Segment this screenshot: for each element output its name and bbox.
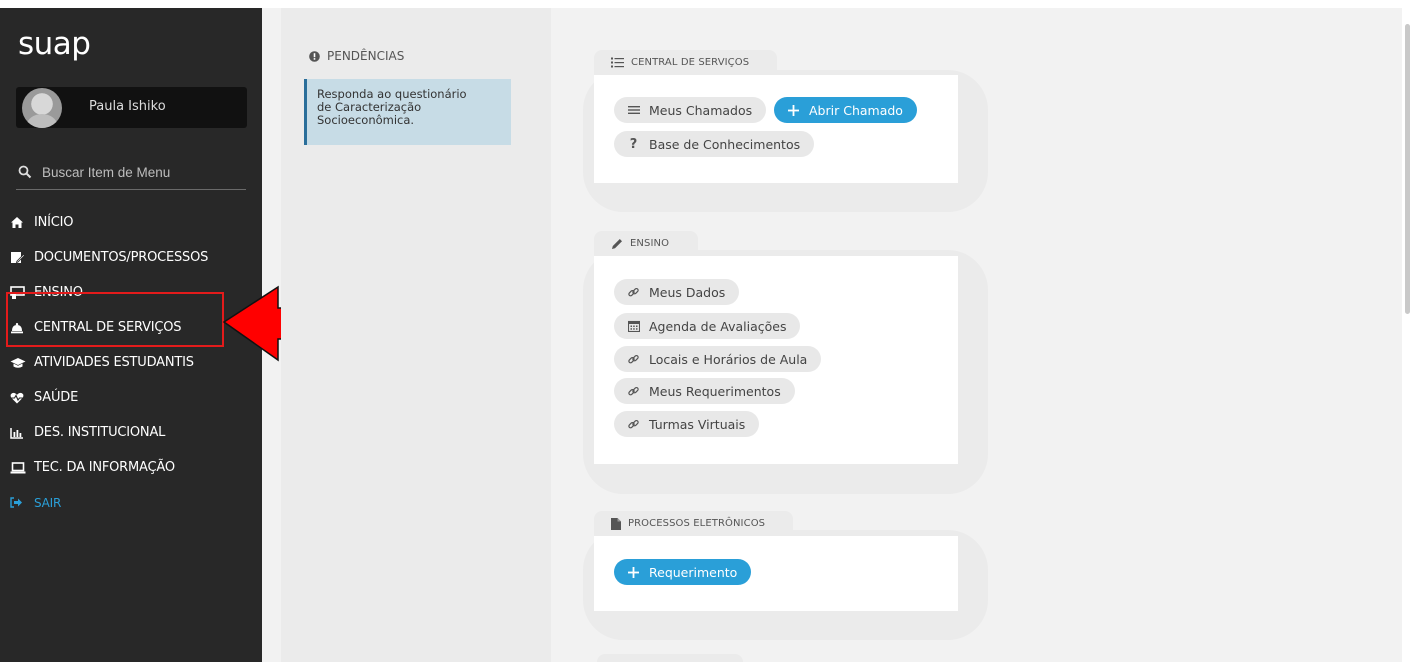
link-label: Turmas Virtuais (649, 416, 746, 432)
sidebar-item-sair[interactable]: SAIR (0, 485, 262, 520)
search-input[interactable]: Buscar Item de Menu (42, 165, 170, 180)
button-label: Requerimento (649, 564, 738, 580)
agenda-avaliacoes-link[interactable]: Agenda de Avaliações (614, 313, 801, 339)
user-profile[interactable]: Paula Ishiko (16, 87, 247, 128)
link-label: Meus Chamados (649, 102, 753, 118)
classroom-icon (10, 285, 32, 301)
sidebar-item-label: ENSINO (34, 285, 83, 300)
link-label: Base de Conhecimentos (649, 136, 801, 152)
meus-requerimentos-link[interactable]: Meus Requerimentos (614, 378, 795, 404)
sidebar-item-label: SAIR (34, 495, 62, 510)
sidebar-item-label: CENTRAL DE SERVIÇOS (34, 320, 182, 335)
link-label: Locais e Horários de Aula (649, 351, 808, 367)
bell-icon (10, 320, 32, 336)
panel-title: ENSINO (630, 238, 670, 249)
panel-tab-next (597, 654, 743, 662)
search-icon (18, 165, 32, 179)
pendencias-title: PENDÊNCIAS (327, 49, 405, 63)
question-icon: ? (629, 136, 638, 152)
plus-icon (627, 566, 640, 578)
home-icon (10, 215, 32, 231)
sign-out-icon (10, 495, 32, 511)
pencil-icon (612, 238, 622, 249)
link-icon (627, 353, 640, 366)
link-icon (627, 385, 640, 398)
panel-title: PROCESSOS ELETRÔNICOS (628, 518, 766, 529)
sidebar-item-label: INÍCIO (34, 215, 74, 230)
pendencias-header: PENDÊNCIAS (309, 49, 404, 63)
turmas-virtuais-link[interactable]: Turmas Virtuais (614, 411, 760, 437)
top-strip (0, 0, 1412, 8)
panel-tab-processos: PROCESSOS ELETRÔNICOS (594, 511, 793, 536)
heartbeat-icon (10, 390, 32, 406)
app-logo[interactable]: suap (18, 26, 91, 62)
panel-title: CENTRAL DE SERVIÇOS (631, 57, 750, 68)
sidebar-item-tec-informacao[interactable]: TEC. DA INFORMAÇÃO (0, 450, 262, 485)
panel-card-central-servicos (594, 75, 958, 183)
meus-chamados-link[interactable]: Meus Chamados (614, 97, 767, 123)
sidebar-item-inicio[interactable]: INÍCIO (0, 205, 262, 240)
sidebar-item-label: TEC. DA INFORMAÇÃO (34, 460, 175, 475)
locais-horarios-link[interactable]: Locais e Horários de Aula (614, 346, 822, 372)
sidebar-item-label: DES. INSTITUCIONAL (34, 425, 166, 440)
meus-dados-link[interactable]: Meus Dados (614, 279, 740, 305)
link-label: Meus Dados (649, 284, 726, 300)
button-label: Abrir Chamado (809, 102, 903, 118)
bar-chart-icon (10, 425, 32, 441)
list-icon (611, 57, 624, 68)
sidebar-item-des-institucional[interactable]: DES. INSTITUCIONAL (0, 415, 262, 450)
requerimento-button[interactable]: Requerimento (614, 559, 752, 585)
document-edit-icon (10, 250, 32, 266)
link-label: Agenda de Avaliações (649, 318, 787, 334)
sidebar-item-label: SAÚDE (34, 390, 79, 405)
sidebar-item-label: ATIVIDADES ESTUDANTIS (34, 355, 194, 370)
pendencia-card[interactable]: Responda ao questionário de Caracterizaç… (304, 79, 511, 145)
menu-search[interactable]: Buscar Item de Menu (16, 160, 246, 190)
sidebar-item-saude[interactable]: SAÚDE (0, 380, 262, 415)
panel-tab-ensino: ENSINO (594, 231, 698, 256)
avatar (22, 88, 62, 128)
alert-circle-icon (309, 50, 320, 62)
graduation-cap-icon (10, 355, 32, 371)
laptop-icon (10, 460, 32, 476)
base-conhecimentos-link[interactable]: ? Base de Conhecimentos (614, 131, 815, 157)
sidebar-item-label: DOCUMENTOS/PROCESSOS (34, 250, 209, 265)
link-icon (627, 286, 640, 299)
scrollbar-thumb[interactable] (1405, 24, 1410, 314)
plus-icon (787, 104, 800, 116)
link-icon (627, 418, 640, 431)
menu-lines-icon (627, 105, 640, 115)
user-name: Paula Ishiko (89, 99, 166, 114)
link-label: Meus Requerimentos (649, 383, 781, 399)
abrir-chamado-button[interactable]: Abrir Chamado (774, 97, 917, 123)
sidebar-item-documentos[interactable]: DOCUMENTOS/PROCESSOS (0, 240, 262, 275)
panel-tab-central-servicos: CENTRAL DE SERVIÇOS (594, 50, 777, 75)
pendencia-text-line: Socioeconômica. (317, 113, 415, 127)
file-icon (611, 517, 621, 530)
calendar-icon (627, 320, 640, 332)
